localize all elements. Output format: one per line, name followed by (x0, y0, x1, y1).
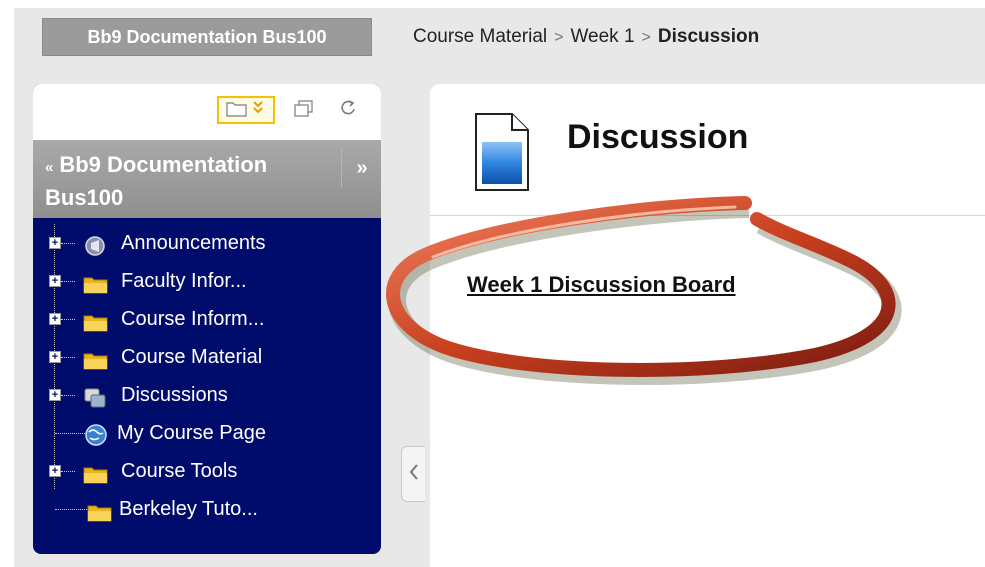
menu-item-discussions[interactable]: + Discussions (33, 376, 381, 414)
menu-item-label: Course Material (121, 346, 263, 368)
menu-title[interactable]: «Bb9 Documentation Bus100 (45, 150, 345, 213)
collapse-menu-tab[interactable] (401, 446, 425, 502)
tree-connector (61, 281, 75, 282)
menu-item-course-material[interactable]: + Course Material (33, 338, 381, 376)
menu-item-label: My Course Page (117, 422, 266, 444)
week-1-discussion-board-link[interactable]: Week 1 Discussion Board (467, 272, 736, 298)
menu-item-label: Discussions (121, 384, 228, 406)
menu-tree: + Announcements + Faculty Infor... + Cou… (33, 224, 381, 528)
breadcrumb-separator: > (641, 29, 651, 46)
open-window-button[interactable] (289, 96, 319, 124)
globe-icon (83, 422, 107, 446)
menu-toolbar (33, 84, 381, 140)
expand-plus-icon[interactable]: + (49, 237, 61, 249)
expand-plus-icon[interactable]: + (49, 275, 61, 287)
document-icon (474, 112, 530, 197)
menu-item-label: Announcements (121, 232, 266, 254)
breadcrumb-separator: > (554, 29, 564, 46)
menu-item-label: Course Tools (121, 460, 238, 482)
menu-item-label: Course Inform... (121, 308, 265, 330)
folder-icon (83, 346, 108, 370)
tree-connector (61, 471, 75, 472)
course-menu: «Bb9 Documentation Bus100 » + Announceme… (33, 84, 381, 554)
window-icon (293, 98, 315, 123)
folder-icon (87, 498, 112, 522)
expand-plus-icon[interactable]: + (49, 389, 61, 401)
collapse-chevron-icon: « (45, 159, 54, 176)
tree-connector (55, 509, 89, 510)
menu-header: «Bb9 Documentation Bus100 » (33, 140, 381, 218)
tree-connector (61, 319, 75, 320)
tree-connector (61, 243, 75, 244)
refresh-button[interactable] (333, 96, 363, 124)
breadcrumb-course-material[interactable]: Course Material (413, 26, 547, 47)
breadcrumb-week-1[interactable]: Week 1 (570, 26, 634, 47)
tree-connector (61, 357, 75, 358)
announcements-icon (83, 232, 107, 256)
menu-item-label: Berkeley Tuto... (119, 498, 258, 520)
refresh-icon (338, 98, 358, 123)
breadcrumb-current: Discussion (657, 26, 760, 47)
page-title: Discussion (567, 118, 749, 156)
breadcrumb: Course Material > Week 1 > Discussion (413, 18, 759, 56)
tree-connector (61, 395, 75, 396)
menu-item-course-information[interactable]: + Course Inform... (33, 300, 381, 338)
menu-item-announcements[interactable]: + Announcements (33, 224, 381, 262)
expand-plus-icon[interactable]: + (49, 465, 61, 477)
menu-title-label: Bb9 Documentation Bus100 (45, 152, 268, 210)
discussions-icon (83, 384, 107, 408)
menu-item-course-tools[interactable]: + Course Tools (33, 452, 381, 490)
expand-menu-button[interactable]: » (341, 148, 381, 188)
menu-item-my-course-page[interactable]: My Course Page (33, 414, 381, 452)
folder-icon (83, 460, 108, 484)
folder-view-icon (224, 98, 268, 123)
folder-icon (83, 308, 108, 332)
expand-plus-icon[interactable]: + (49, 313, 61, 325)
folder-icon (83, 270, 108, 294)
menu-item-berkeley-tutoring[interactable]: Berkeley Tuto... (33, 490, 381, 528)
chevron-left-icon (408, 463, 420, 486)
menu-item-faculty-information[interactable]: + Faculty Infor... (33, 262, 381, 300)
course-title-button[interactable]: Bb9 Documentation Bus100 (42, 18, 372, 56)
expand-plus-icon[interactable]: + (49, 351, 61, 363)
menu-item-label: Faculty Infor... (121, 270, 247, 292)
folder-view-button[interactable] (217, 96, 275, 124)
